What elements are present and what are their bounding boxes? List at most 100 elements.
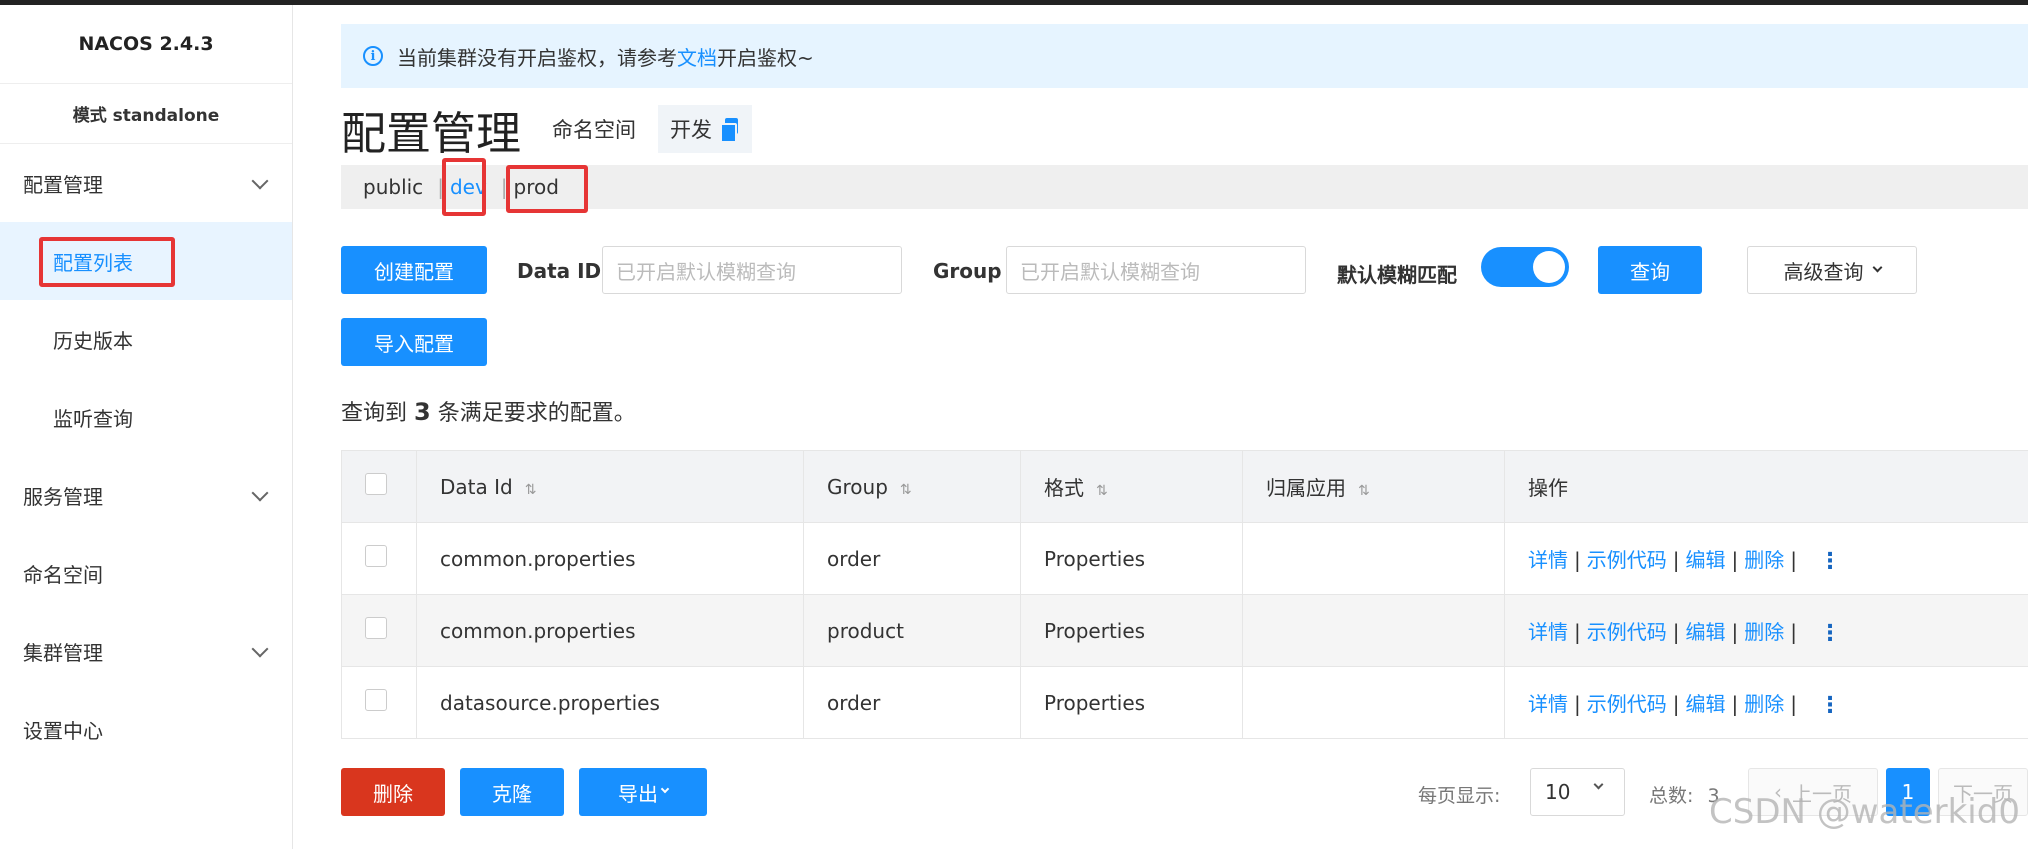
cell-ops: 详情 | 示例代码 | 编辑 | 删除 | ⋮	[1504, 666, 2028, 739]
advanced-query-button[interactable]: 高级查询	[1747, 246, 1917, 294]
auth-notice: i 当前集群没有开启鉴权，请参考 文档 开启鉴权~	[341, 24, 2028, 88]
edit-link[interactable]: 编辑	[1686, 548, 1726, 572]
tab-public[interactable]: public	[363, 175, 423, 199]
export-button[interactable]: 导出	[579, 768, 707, 816]
sidebar-item-label: 集群管理	[23, 640, 103, 665]
fuzzy-match-label: 默认模糊匹配	[1337, 263, 1457, 287]
create-config-button[interactable]: 创建配置	[341, 246, 487, 294]
ops-separator: |	[1672, 619, 1680, 644]
sidebar-item-namespace[interactable]: 命名空间	[0, 534, 292, 612]
column-label: Group	[827, 474, 888, 499]
result-summary: 查询到 3 条满足要求的配置。	[341, 395, 636, 427]
edit-link[interactable]: 编辑	[1686, 620, 1726, 644]
sidebar-item-cluster-mgmt[interactable]: 集群管理	[0, 612, 292, 690]
sort-icon[interactable]: ⇅	[1358, 483, 1370, 499]
delete-link[interactable]: 删除	[1744, 620, 1784, 644]
dataid-input[interactable]: 已开启默认模糊查询	[602, 246, 902, 294]
sidebar-item-label: 历史版本	[53, 328, 133, 353]
column-header-app[interactable]: 归属应用 ⇅	[1242, 450, 1505, 523]
sidebar-item-service-mgmt[interactable]: 服务管理	[0, 456, 292, 534]
column-label: 操作	[1528, 476, 1568, 500]
result-prefix: 查询到	[341, 401, 408, 426]
query-button[interactable]: 查询	[1598, 246, 1702, 294]
sidebar-item-history[interactable]: 历史版本	[0, 300, 292, 378]
notice-text: 当前集群没有开启鉴权，请参考	[397, 45, 677, 70]
cell-ops: 详情 | 示例代码 | 编辑 | 删除 | ⋮	[1504, 594, 2028, 667]
cell-format: Properties	[1020, 594, 1243, 667]
row-checkbox[interactable]	[365, 689, 387, 711]
main-content: i 当前集群没有开启鉴权，请参考 文档 开启鉴权~ 配置管理 命名空间 开发 pub…	[294, 5, 2028, 849]
watermark: CSDN @waterkid0	[1709, 792, 2020, 832]
sort-icon[interactable]: ⇅	[525, 482, 537, 498]
select-all-checkbox[interactable]	[365, 473, 387, 495]
detail-link[interactable]: 详情	[1528, 620, 1568, 644]
ops-separator: |	[1574, 691, 1581, 716]
column-label: Data Id	[440, 474, 513, 499]
page-title: 配置管理	[341, 106, 522, 160]
page-size-value: 10	[1545, 780, 1571, 804]
advanced-query-label: 高级查询	[1783, 261, 1864, 284]
more-icon[interactable]: ⋮	[1819, 621, 1841, 646]
chevron-down-icon	[1593, 779, 1604, 790]
ops-separator: |	[1731, 691, 1739, 716]
column-header-format[interactable]: 格式 ⇅	[1020, 450, 1243, 523]
sidebar-item-settings[interactable]: 设置中心	[0, 690, 292, 768]
docs-link[interactable]: 文档	[677, 42, 717, 71]
cell-dataid: datasource.properties	[416, 666, 804, 739]
more-icon[interactable]: ⋮	[1819, 693, 1841, 718]
chevron-down-icon	[1872, 262, 1882, 272]
sidebar: NACOS 2.4.3 模式 standalone 配置管理 配置列表 历史版本…	[0, 5, 293, 849]
row-checkbox[interactable]	[365, 617, 387, 639]
cell-group: order	[803, 666, 1021, 739]
ops-separator: |	[1731, 619, 1739, 644]
delete-link[interactable]: 删除	[1744, 548, 1784, 572]
sample-code-link[interactable]: 示例代码	[1587, 620, 1667, 644]
sidebar-item-config-mgmt[interactable]: 配置管理	[0, 144, 292, 222]
cell-format: Properties	[1020, 666, 1243, 739]
detail-link[interactable]: 详情	[1528, 548, 1568, 572]
mode-label: 模式 standalone	[0, 84, 292, 144]
title-row: 配置管理 命名空间 开发	[341, 101, 753, 160]
group-input[interactable]: 已开启默认模糊查询	[1006, 246, 1306, 294]
highlight-box-prod	[506, 165, 588, 213]
ops-separator: |	[1574, 619, 1581, 644]
ops-separator: |	[1790, 619, 1797, 644]
copy-icon[interactable]	[720, 118, 740, 143]
table-row: common.properties product Properties 详情 |…	[341, 594, 2028, 667]
column-header-group[interactable]: Group ⇅	[803, 450, 1021, 523]
ops-separator: |	[1672, 547, 1680, 572]
ops-separator: |	[1731, 547, 1739, 572]
chevron-down-icon	[660, 784, 670, 794]
highlight-box-dev	[442, 158, 486, 216]
sidebar-item-label: 监听查询	[53, 406, 133, 431]
cell-app	[1242, 594, 1505, 667]
sort-icon[interactable]: ⇅	[1096, 483, 1108, 499]
page-size-select[interactable]: 10	[1530, 768, 1625, 816]
sort-icon[interactable]: ⇅	[900, 482, 912, 498]
dataid-label: Data ID	[517, 259, 602, 283]
current-namespace: 开发	[658, 105, 753, 153]
delete-link[interactable]: 删除	[1744, 692, 1784, 716]
sidebar-item-label: 配置管理	[23, 172, 103, 197]
column-header-dataid[interactable]: Data Id ⇅	[416, 450, 804, 523]
export-label: 导出	[618, 783, 658, 806]
result-suffix: 条满足要求的配置。	[437, 401, 636, 426]
cell-ops: 详情 | 示例代码 | 编辑 | 删除 | ⋮	[1504, 522, 2028, 595]
more-icon[interactable]: ⋮	[1819, 549, 1841, 574]
sidebar-item-listener[interactable]: 监听查询	[0, 378, 292, 456]
import-config-button[interactable]: 导入配置	[341, 318, 487, 366]
detail-link[interactable]: 详情	[1528, 692, 1568, 716]
row-checkbox[interactable]	[365, 545, 387, 567]
total-label-text: 总数:	[1649, 785, 1694, 807]
clone-button[interactable]: 克隆	[460, 768, 564, 816]
delete-button[interactable]: 删除	[341, 768, 445, 816]
sample-code-link[interactable]: 示例代码	[1587, 692, 1667, 716]
ops-separator: |	[1790, 547, 1797, 572]
info-icon: i	[363, 46, 383, 66]
fuzzy-match-toggle[interactable]	[1481, 247, 1569, 287]
edit-link[interactable]: 编辑	[1686, 692, 1726, 716]
current-namespace-name: 开发	[670, 118, 713, 142]
sample-code-link[interactable]: 示例代码	[1587, 548, 1667, 572]
row-select-cell	[341, 666, 417, 739]
cell-group: product	[803, 594, 1021, 667]
